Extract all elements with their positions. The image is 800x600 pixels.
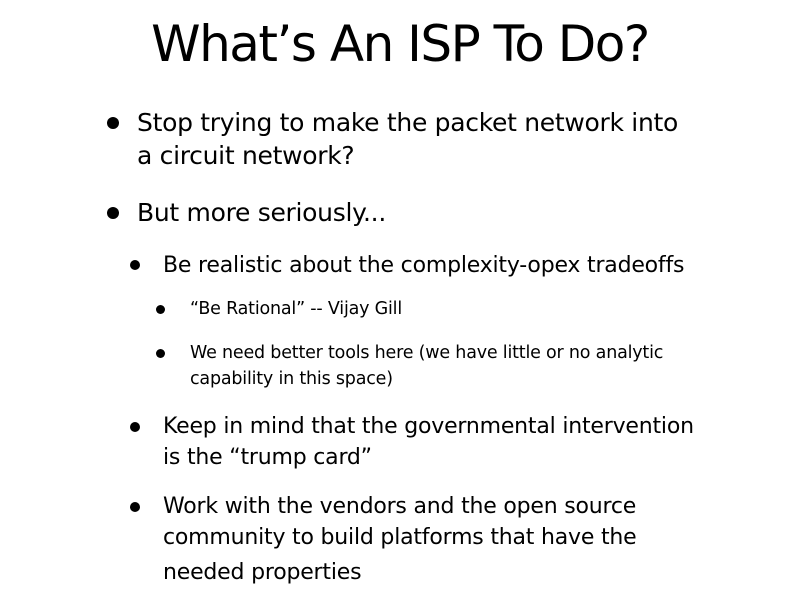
bullet-line: Keep in mind that the governmental inter… — [163, 414, 694, 439]
bullet-line: Stop trying to make the packet network i… — [137, 108, 678, 137]
slide-title: What’s An ISP To Do? — [151, 15, 650, 73]
bullet-line: is the “trump card” — [163, 445, 372, 470]
bullet-line: needed properties — [163, 560, 362, 585]
bullet-dot — [130, 502, 140, 512]
bullet-line: Work with the vendors and the open sourc… — [163, 494, 637, 519]
bullet-line: a circuit network? — [137, 141, 355, 170]
bullet-item-5: We need better tools here (we have littl… — [190, 340, 663, 392]
bullet-dot — [130, 422, 140, 432]
bullet-line: community to build platforms that have t… — [163, 525, 637, 550]
bullet-item-4: “Be Rational” -- Vijay Gill — [190, 296, 402, 322]
bullet-item-2: But more seriously... — [137, 196, 386, 229]
bullet-line: capability in this space) — [190, 369, 393, 389]
bullet-dot — [107, 117, 119, 129]
bullet-dot — [156, 349, 165, 358]
bullet-item-1: Stop trying to make the packet network i… — [137, 106, 678, 172]
bullet-dot — [156, 305, 165, 314]
bullet-line: But more seriously... — [137, 198, 386, 227]
bullet-line: “Be Rational” -- Vijay Gill — [190, 299, 402, 319]
bullet-dot — [130, 260, 140, 270]
bullet-item-7: Work with the vendors and the open sourc… — [163, 491, 637, 588]
bullet-dot — [107, 207, 119, 219]
bullet-item-6: Keep in mind that the governmental inter… — [163, 411, 694, 473]
bullet-item-3: Be realistic about the complexity-opex t… — [163, 250, 684, 281]
bullet-line: We need better tools here (we have littl… — [190, 343, 664, 363]
bullet-line: Be realistic about the complexity-opex t… — [163, 253, 685, 278]
slide: What’s An ISP To Do? Stop trying to make… — [0, 0, 800, 600]
